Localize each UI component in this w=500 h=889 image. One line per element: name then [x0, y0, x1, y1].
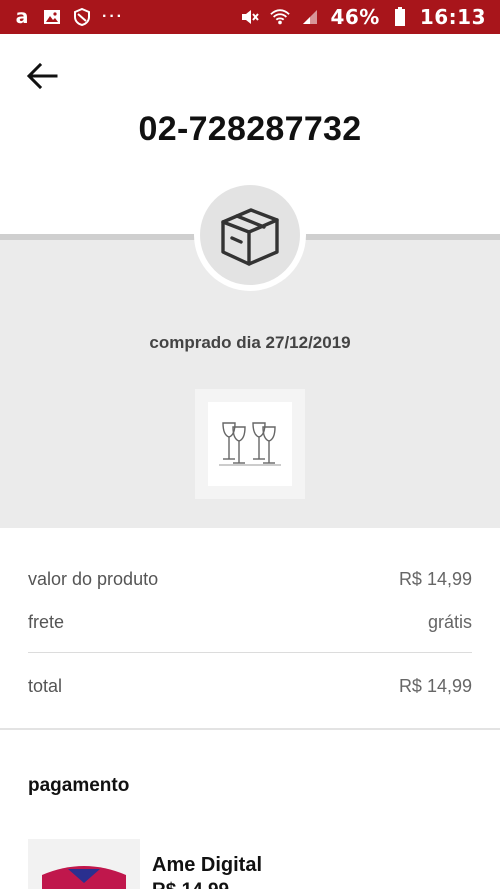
- order-number: 02-728287732: [138, 110, 362, 148]
- more-dots-icon: ···: [102, 8, 124, 25]
- product-value-row: valor do produto R$ 14,99: [28, 569, 472, 590]
- payment-method-logo: [28, 839, 140, 889]
- wine-glasses-icon: [219, 422, 281, 466]
- payment-method-name: Ame Digital: [152, 854, 263, 876]
- shipping-row: frete grátis: [28, 612, 472, 633]
- back-arrow-icon: [26, 62, 58, 90]
- ame-logo-icon: [42, 866, 126, 889]
- mute-icon: [240, 8, 260, 26]
- shipping-value: grátis: [427, 612, 472, 632]
- wifi-icon: [270, 8, 291, 26]
- purchase-date: comprado dia 27/12/2019: [149, 333, 351, 352]
- product-value-label: valor do produto: [28, 569, 159, 589]
- product-value: R$ 14,99: [398, 569, 472, 589]
- image-icon: [42, 8, 62, 26]
- battery-percent: 46%: [330, 5, 380, 29]
- status-left: a ···: [12, 5, 124, 28]
- status-badge: [194, 179, 306, 291]
- payment-title: pagamento: [28, 775, 130, 796]
- package-box-icon: [221, 208, 279, 266]
- shipping-label: frete: [28, 612, 65, 632]
- total-row: total R$ 14,99: [28, 676, 472, 697]
- summary-divider: [28, 652, 472, 653]
- payment-method-amount: R$ 14,99: [152, 880, 229, 889]
- section-divider: [0, 728, 500, 730]
- back-button[interactable]: [24, 58, 60, 94]
- shield-icon: [72, 8, 92, 26]
- status-right: 46% 16:13: [240, 5, 486, 29]
- total-label: total: [28, 676, 63, 696]
- amazon-icon: a: [15, 5, 29, 28]
- product-thumbnail[interactable]: [195, 389, 305, 499]
- total-value: R$ 14,99: [398, 676, 472, 696]
- battery-icon: [390, 7, 410, 26]
- status-badge-inner: [200, 185, 300, 285]
- status-bar: a ··· 46% 16:13: [0, 0, 500, 34]
- product-image: [208, 402, 292, 486]
- signal-icon: [300, 8, 320, 26]
- clock: 16:13: [419, 5, 486, 29]
